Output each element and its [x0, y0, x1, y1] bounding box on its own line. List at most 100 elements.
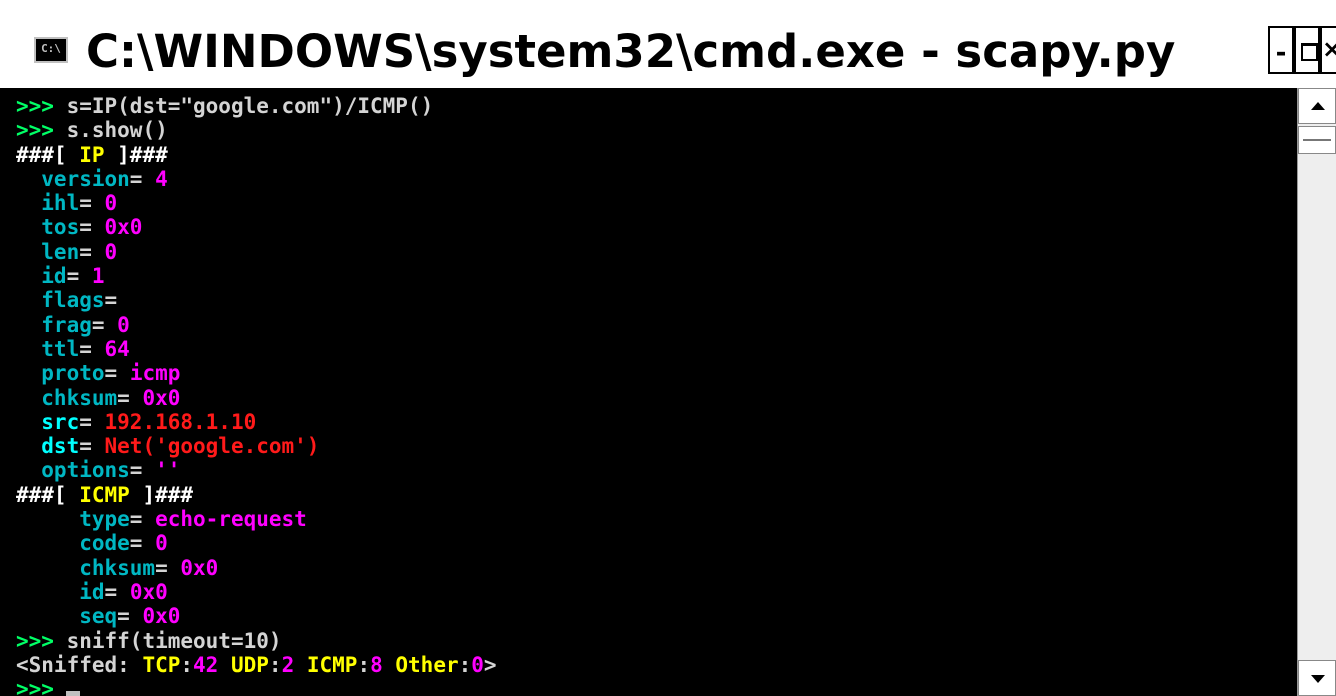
console-text: 4: [155, 166, 168, 191]
console-text: ttl: [16, 336, 80, 361]
console-output[interactable]: >>> s=IP(dst="google.com")/ICMP() >>> s.s…: [0, 88, 1297, 696]
console-line: dst= Net('google.com'): [16, 434, 1297, 458]
console-text: '': [155, 458, 181, 483]
console-text: >>>: [16, 677, 54, 696]
console-text: =: [129, 166, 156, 191]
console-text: :: [458, 652, 472, 677]
console-text: >: [483, 652, 497, 677]
console-line: proto= icmp: [16, 361, 1297, 385]
console-line: id= 1: [16, 264, 1297, 288]
scroll-thumb[interactable]: [1298, 126, 1336, 154]
console-text: ICMP: [294, 652, 358, 677]
console-line: flags=: [16, 288, 1297, 312]
console-line: >>>: [16, 677, 1297, 696]
console-line: >>> s.show(): [16, 118, 1297, 142]
console-line: >>> s=IP(dst="google.com")/ICMP(): [16, 94, 1297, 118]
console-text: 0x0: [180, 555, 219, 580]
console-text: 0x0: [142, 604, 181, 629]
console-text: id: [16, 264, 67, 289]
console-line: options= '': [16, 458, 1297, 482]
console-text: proto: [16, 361, 105, 386]
console-text: 64: [104, 336, 130, 361]
console-line: <Sniffed: TCP:42 UDP:2 ICMP:8 Other:0>: [16, 653, 1297, 677]
console-text: ICMP: [79, 482, 130, 507]
console-text: icmp: [129, 361, 181, 386]
console-text: 2: [281, 652, 295, 677]
console-text: =: [66, 264, 92, 289]
console-text: s=IP(dst="google.com")/ICMP(): [53, 94, 434, 118]
console-text: echo-request: [155, 507, 307, 532]
console-text: chksum: [16, 385, 118, 410]
console-text: >>>: [16, 118, 54, 143]
console-line: ###[ IP ]###: [16, 143, 1297, 167]
console-text: :: [268, 652, 282, 677]
console-text: s.show(): [53, 118, 168, 143]
console-text: IP: [79, 142, 105, 167]
console-text: 8: [370, 652, 383, 677]
console-text: tos: [16, 215, 80, 240]
console-text: src: [16, 409, 80, 434]
console-line: ###[ ICMP ]###: [16, 483, 1297, 507]
console-text: seq: [16, 604, 118, 629]
minimize-button[interactable]: -: [1268, 26, 1294, 74]
console-line: id= 0x0: [16, 580, 1297, 604]
console-line: frag= 0: [16, 313, 1297, 337]
console-text: =: [129, 531, 156, 556]
console-text: 0x0: [129, 579, 168, 604]
console-text: =: [79, 336, 105, 361]
console-line: type= echo-request: [16, 507, 1297, 531]
arrow-down-icon: [1311, 675, 1325, 683]
console-text: 0: [104, 191, 118, 216]
console-text: 192.168.1.10: [104, 409, 257, 434]
title-bar[interactable]: C:\ C:\WINDOWS\system32\cmd.exe - scapy.…: [0, 0, 1336, 88]
console-text: ]###: [129, 482, 194, 507]
console-text: flags: [16, 288, 105, 313]
console-text: frag: [16, 312, 92, 337]
console-line: ttl= 64: [16, 337, 1297, 361]
console-text: =: [79, 409, 105, 434]
console-text: ###[: [16, 142, 80, 167]
console-text: Other: [382, 652, 459, 677]
console-text: ihl: [16, 191, 80, 216]
console-text: 0x0: [104, 215, 143, 240]
maximize-icon: [1301, 43, 1318, 61]
console-text: Net('google.com'): [104, 434, 320, 459]
console-text: dst: [16, 434, 80, 459]
console-text: >>>: [16, 628, 54, 653]
console-text: 0x0: [142, 385, 181, 410]
scroll-up-button[interactable]: [1298, 88, 1336, 124]
window-title: C:\WINDOWS\system32\cmd.exe - scapy.py: [86, 25, 1176, 78]
console-text: len: [16, 239, 80, 264]
cmd-icon[interactable]: C:\: [34, 37, 68, 63]
console-text: =: [79, 239, 105, 264]
console-text: :: [180, 652, 194, 677]
console-text: =: [79, 434, 105, 459]
console-text: ]###: [104, 142, 168, 167]
console-text: >>>: [16, 94, 54, 118]
maximize-button[interactable]: [1294, 26, 1320, 74]
console-text: UDP: [218, 652, 269, 677]
console-line: src= 192.168.1.10: [16, 410, 1297, 434]
console-text: TCP: [142, 652, 181, 677]
arrow-up-icon: [1311, 102, 1325, 110]
console-line: len= 0: [16, 240, 1297, 264]
console-text: 1: [91, 264, 105, 289]
console-line: seq= 0x0: [16, 604, 1297, 628]
close-button[interactable]: ×: [1320, 26, 1336, 74]
console-text: <Sniffed:: [16, 652, 143, 677]
console-line: ihl= 0: [16, 191, 1297, 215]
console-line: tos= 0x0: [16, 215, 1297, 239]
console-text: =: [117, 604, 143, 629]
console-text: 42: [193, 652, 219, 677]
console-text: version: [16, 166, 130, 191]
console-text: =: [155, 555, 181, 580]
vertical-scrollbar[interactable]: [1297, 88, 1336, 696]
console-text: 0: [155, 531, 168, 556]
console-text: chksum: [16, 555, 156, 580]
console-text: =: [91, 312, 118, 337]
console-text: =: [129, 458, 156, 483]
scroll-down-button[interactable]: [1298, 660, 1336, 696]
text-cursor: [65, 691, 80, 696]
console-text: sniff(timeout=10): [53, 628, 282, 653]
console-line: chksum= 0x0: [16, 386, 1297, 410]
